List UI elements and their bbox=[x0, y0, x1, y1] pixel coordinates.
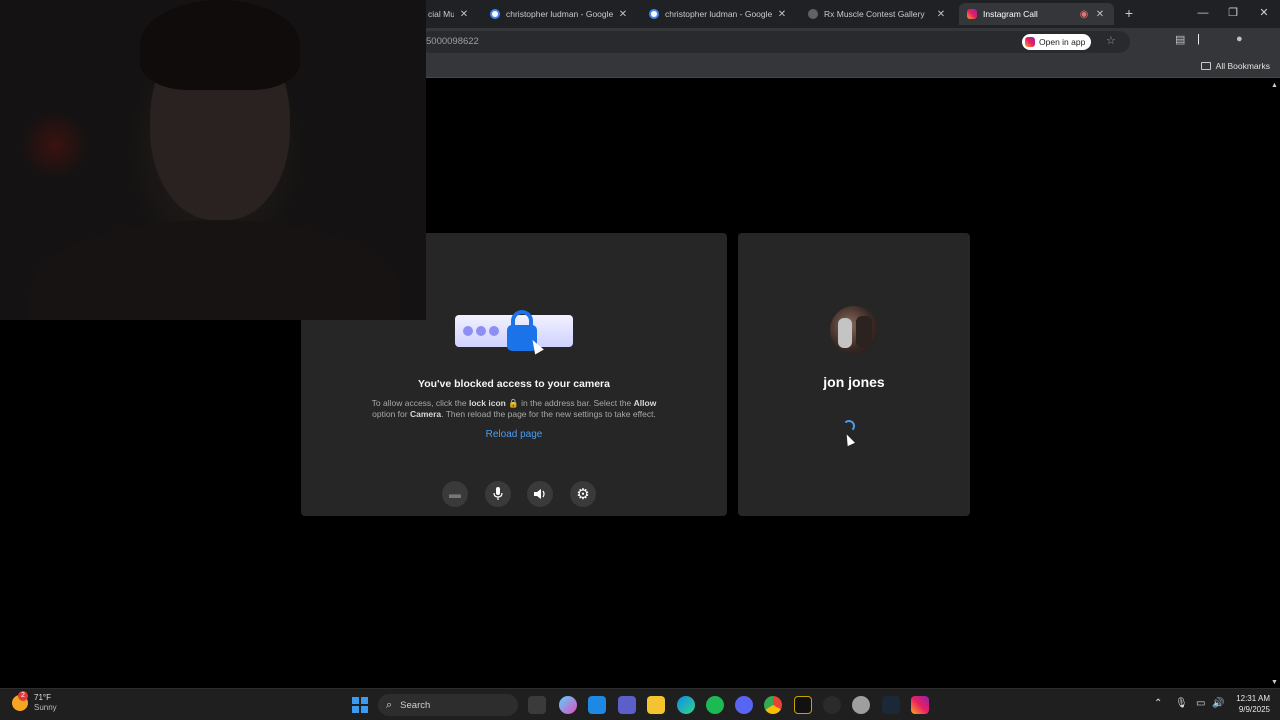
tab-label: Rx Muscle Contest Gallery bbox=[824, 9, 925, 19]
teams-icon[interactable] bbox=[618, 696, 636, 714]
close-window-icon[interactable]: ✕ bbox=[1249, 4, 1279, 22]
tab-label: cial Mu bbox=[428, 9, 454, 19]
steam-icon[interactable] bbox=[882, 696, 900, 714]
volume-icon[interactable]: 🔊 bbox=[1212, 698, 1224, 709]
tab-label: christopher ludman - Google S bbox=[665, 9, 772, 19]
screen: cial Mu ✕ christopher ludman - Google S … bbox=[0, 0, 1280, 720]
reading-list-icon[interactable]: ▤ bbox=[1175, 33, 1185, 46]
microphone-tray-icon[interactable]: 🎙 bbox=[1175, 698, 1188, 709]
contact-name: jon jones bbox=[823, 374, 885, 390]
google-icon bbox=[649, 9, 659, 19]
all-bookmarks-button[interactable]: All Bookmarks bbox=[1200, 61, 1270, 71]
tab-label: christopher ludman - Google S bbox=[506, 9, 613, 19]
clock[interactable]: 12:31 AM 9/9/2025 bbox=[1226, 693, 1270, 715]
date-text: 9/9/2025 bbox=[1238, 705, 1270, 714]
windows-taskbar: 2 71°F Sunny ⌕ Search ⌃ 🎙 ▭ � bbox=[0, 688, 1280, 720]
desc-part: in the address bar. Select the bbox=[521, 398, 632, 408]
chrome-icon[interactable] bbox=[764, 696, 782, 714]
camera-off-button[interactable]: ▬ bbox=[442, 481, 468, 507]
capcut-icon[interactable] bbox=[794, 696, 812, 714]
video-camera-icon: ▬ bbox=[449, 487, 461, 501]
weather-desc: Sunny bbox=[34, 703, 57, 712]
notification-badge: 2 bbox=[18, 691, 28, 701]
search-icon: ⌕ bbox=[386, 698, 393, 711]
taskbar-search[interactable]: ⌕ Search bbox=[378, 694, 518, 716]
store-icon[interactable] bbox=[588, 696, 606, 714]
task-view-icon[interactable] bbox=[528, 696, 546, 714]
network-icon[interactable]: ▭ bbox=[1196, 698, 1205, 709]
bookmark-star-icon[interactable]: ☆ bbox=[1106, 34, 1116, 47]
webcam-overlay bbox=[0, 0, 426, 320]
open-in-app-label: Open in app bbox=[1039, 37, 1086, 47]
small-lock-icon: 🔒 bbox=[508, 398, 519, 408]
desc-part: . Then reload the page for the new setti… bbox=[441, 409, 656, 419]
close-icon[interactable]: ✕ bbox=[776, 9, 788, 20]
tab-2[interactable]: christopher ludman - Google S ✕ bbox=[482, 3, 637, 25]
app-icon[interactable] bbox=[823, 696, 841, 714]
minimize-icon[interactable]: — bbox=[1188, 4, 1218, 22]
folder-icon bbox=[1200, 62, 1211, 70]
sun-icon: 2 bbox=[12, 691, 28, 711]
scroll-up-icon[interactable]: ▲ bbox=[1269, 82, 1280, 89]
camera-label: Camera bbox=[409, 409, 442, 419]
instagram-icon bbox=[967, 9, 977, 19]
blocked-description: To allow access, click the lock icon 🔒 i… bbox=[361, 398, 667, 420]
microphone-icon bbox=[493, 487, 503, 500]
all-bookmarks-label: All Bookmarks bbox=[1215, 61, 1270, 71]
weather-temp: 71°F bbox=[34, 693, 51, 702]
settings-button[interactable]: ⚙ bbox=[570, 481, 596, 507]
weather-widget[interactable]: 2 71°F Sunny bbox=[12, 691, 57, 713]
new-tab-icon[interactable]: + bbox=[1121, 5, 1137, 21]
desc-part: To allow access, click the bbox=[371, 398, 467, 408]
remote-participant-panel: jon jones bbox=[738, 233, 970, 516]
blocked-title: You've blocked access to your camera bbox=[418, 378, 610, 390]
windows-start-icon[interactable] bbox=[352, 697, 368, 713]
instagram-icon bbox=[1025, 37, 1035, 47]
recording-icon: ◉ bbox=[1079, 8, 1089, 20]
lock-illustration bbox=[455, 310, 573, 355]
game-icon[interactable] bbox=[852, 696, 870, 714]
tab-label: Instagram Call bbox=[983, 9, 1038, 19]
desc-part: option for bbox=[372, 409, 408, 419]
scroll-down-icon[interactable]: ▼ bbox=[1269, 679, 1280, 686]
restore-icon[interactable]: ❐ bbox=[1218, 4, 1248, 22]
page-scrollbar[interactable]: ▲ ▼ bbox=[1269, 80, 1280, 688]
close-icon[interactable]: ✕ bbox=[617, 9, 629, 20]
search-label: Search bbox=[400, 699, 431, 711]
instagram-icon[interactable] bbox=[911, 696, 929, 714]
speaker-button[interactable] bbox=[527, 481, 553, 507]
copilot-icon[interactable] bbox=[559, 696, 577, 714]
edge-icon[interactable] bbox=[677, 696, 695, 714]
file-explorer-icon[interactable] bbox=[647, 696, 665, 714]
open-in-app-button[interactable]: Open in app bbox=[1022, 34, 1092, 50]
globe-icon bbox=[808, 9, 818, 19]
close-icon[interactable]: ✕ bbox=[1094, 9, 1106, 20]
text-cursor-icon: | bbox=[1197, 33, 1200, 45]
address-bar[interactable]: 5000098622 Open in app ☆ bbox=[420, 31, 1130, 53]
spotify-icon[interactable] bbox=[706, 696, 724, 714]
chevron-up-icon[interactable]: ⌃ bbox=[1154, 698, 1162, 709]
tab-instagram-call[interactable]: Instagram Call ◉ ✕ bbox=[959, 3, 1114, 25]
close-icon[interactable]: ✕ bbox=[935, 9, 947, 20]
speaker-icon bbox=[534, 489, 545, 499]
time-text: 12:31 AM bbox=[1236, 694, 1270, 703]
contact-avatar bbox=[830, 306, 878, 354]
tab-3[interactable]: christopher ludman - Google S ✕ bbox=[641, 3, 796, 25]
reload-page-link[interactable]: Reload page bbox=[301, 429, 727, 440]
allow-label: Allow bbox=[633, 398, 657, 408]
google-icon bbox=[490, 9, 500, 19]
close-icon[interactable]: ✕ bbox=[458, 9, 470, 20]
gear-icon: ⚙ bbox=[576, 486, 590, 503]
mouse-cursor-icon bbox=[843, 432, 855, 447]
microphone-button[interactable] bbox=[485, 481, 511, 507]
discord-icon[interactable] bbox=[735, 696, 753, 714]
url-text: 5000098622 bbox=[426, 36, 479, 47]
loading-spinner-icon bbox=[843, 420, 855, 432]
profile-avatar[interactable]: ● bbox=[1236, 33, 1243, 45]
tab-1[interactable]: cial Mu ✕ bbox=[420, 3, 478, 25]
lock-icon-label: lock icon bbox=[468, 398, 506, 408]
tab-4[interactable]: Rx Muscle Contest Gallery ✕ bbox=[800, 3, 955, 25]
